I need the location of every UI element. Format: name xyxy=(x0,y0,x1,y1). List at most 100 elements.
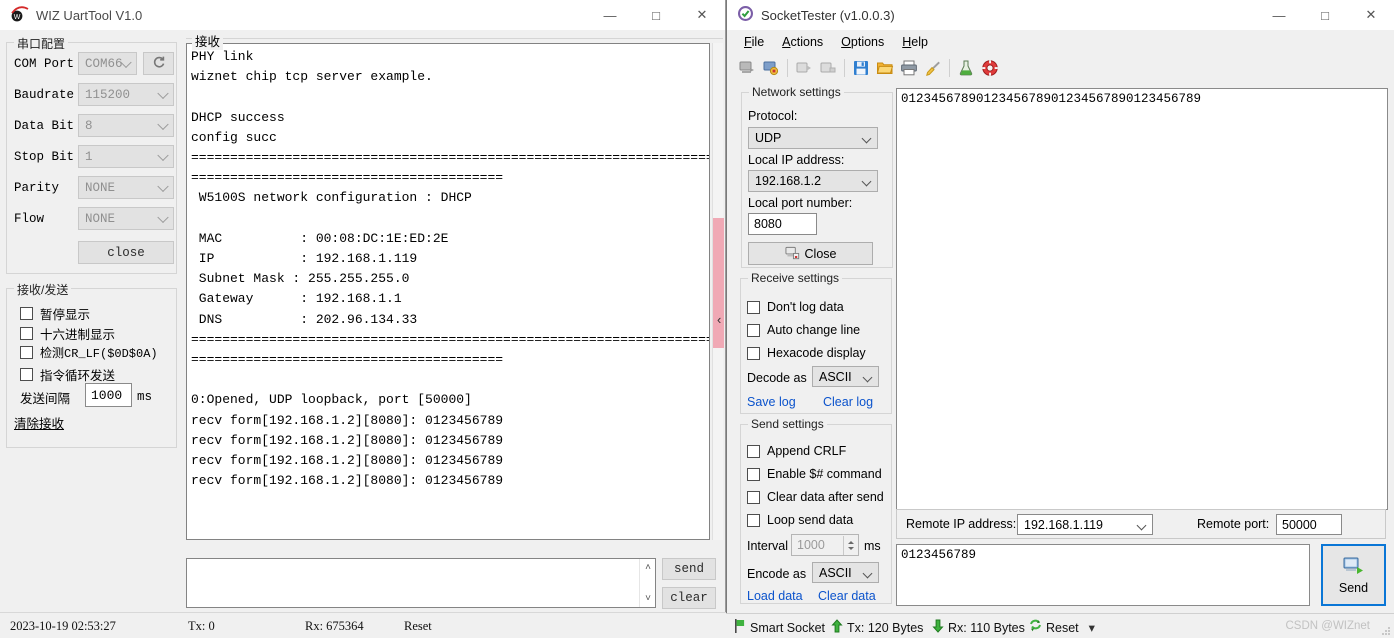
socket-minimize-button[interactable]: — xyxy=(1256,0,1302,30)
uart-status-bar: 2023-10-19 02:53:27 Tx: 0 Rx: 675364 Res… xyxy=(0,612,726,638)
menu-help[interactable]: Help xyxy=(893,33,937,51)
menu-actions[interactable]: Actions xyxy=(773,33,832,51)
csdn-watermark: CSDN @WIZnet xyxy=(1285,620,1370,632)
send-button-label: Send xyxy=(1338,580,1369,595)
socket-maximize-button[interactable]: □ xyxy=(1302,0,1348,30)
checkbox-enable-dollar-hash[interactable]: Enable $# command xyxy=(747,467,882,481)
uart-send-input[interactable]: ˄ ˅ xyxy=(186,558,656,608)
clear-log-link[interactable]: Clear log xyxy=(823,395,873,409)
menu-options[interactable]: Options xyxy=(832,33,893,51)
flask-icon[interactable] xyxy=(954,57,978,79)
checkbox-box xyxy=(20,346,33,359)
checkbox-auto-change-line[interactable]: Auto change line xyxy=(747,323,860,337)
resize-grip[interactable] xyxy=(1381,625,1391,635)
baudrate-select[interactable]: 115200 xyxy=(78,83,174,106)
chevron-down-icon[interactable]: ▾ xyxy=(1089,620,1095,635)
svg-text:W: W xyxy=(14,14,21,21)
socket-log-text: 0123456789012345678901234567890123456789 xyxy=(901,92,1202,106)
menu-file[interactable]: FFileile xyxy=(735,33,773,51)
send-icon xyxy=(1343,556,1365,579)
chevron-left-icon[interactable]: ‹ xyxy=(717,312,721,327)
uart-minimize-button[interactable]: — xyxy=(587,0,633,30)
remote-ip-value: 192.168.1.119 xyxy=(1024,517,1104,532)
decode-as-value: ASCII xyxy=(819,369,852,384)
socket-send-input[interactable]: 0123456789 xyxy=(896,544,1310,606)
remote-ip-label: Remote IP address: xyxy=(906,517,1017,531)
com-port-select[interactable]: COM66 xyxy=(78,52,137,75)
local-ip-value: 192.168.1.2 xyxy=(755,174,822,188)
status-timestamp: 2023-10-19 02:53:27 xyxy=(10,619,116,633)
checkbox-hexacode-display[interactable]: Hexacode display xyxy=(747,346,866,360)
uart-close-button[interactable]: ✕ xyxy=(679,0,725,30)
connect-icon[interactable] xyxy=(735,57,759,79)
socket-close-button[interactable]: ✕ xyxy=(1348,0,1394,30)
receive-scrollbar[interactable] xyxy=(712,43,724,540)
stop-icon xyxy=(816,57,840,79)
checkbox-hex-display[interactable]: 十六进制显示 xyxy=(20,324,115,343)
checkbox-dont-log-data[interactable]: Don't log data xyxy=(747,300,844,314)
encode-as-select[interactable]: ASCII xyxy=(812,562,879,583)
socket-rx-label: Rx: 110 Bytes xyxy=(948,620,1025,635)
close-button-label: Close xyxy=(804,246,837,261)
receive-log-panel[interactable]: PHY link wiznet chip tcp server example.… xyxy=(186,43,710,540)
lifebuoy-icon[interactable] xyxy=(978,57,1002,79)
protocol-select[interactable]: UDP xyxy=(748,127,878,149)
save-icon[interactable] xyxy=(849,57,873,79)
clear-data-link[interactable]: Clear data xyxy=(818,589,876,603)
save-log-link[interactable]: Save log xyxy=(747,395,796,409)
checkbox-label: Hexacode display xyxy=(767,346,866,360)
spinner-arrows[interactable] xyxy=(843,536,857,555)
stop-bit-select[interactable]: 1 xyxy=(78,145,174,168)
toolbar-separator xyxy=(844,59,845,77)
clear-broom-icon[interactable] xyxy=(921,57,945,79)
disconnect-icon[interactable] xyxy=(759,57,783,79)
com-port-value: COM66 xyxy=(85,56,123,71)
socket-close-connection-button[interactable]: Close xyxy=(748,242,873,265)
chevron-down-icon xyxy=(1136,520,1147,531)
open-folder-icon[interactable] xyxy=(873,57,897,79)
uart-send-input-scrollbar[interactable]: ˄ ˅ xyxy=(639,559,655,607)
local-ip-label: Local IP address: xyxy=(748,153,845,167)
checkbox-label: 暂停显示 xyxy=(40,308,91,322)
uart-send-button[interactable]: send xyxy=(662,558,716,580)
load-data-link[interactable]: Load data xyxy=(747,589,803,603)
uart-clear-button[interactable]: clear xyxy=(662,587,716,609)
send-interval-unit: ms xyxy=(137,390,153,404)
send-interval-label: Interval xyxy=(747,539,788,553)
flow-select[interactable]: NONE xyxy=(78,207,174,230)
socket-reset-label: Reset xyxy=(1046,620,1079,635)
data-bit-label: Data Bit xyxy=(14,119,75,133)
scroll-down-icon[interactable]: ˅ xyxy=(640,593,656,604)
checkbox-clear-data-after-send[interactable]: Clear data after send xyxy=(747,490,884,504)
refresh-icon xyxy=(152,55,166,73)
local-ip-select[interactable]: 192.168.1.2 xyxy=(748,170,878,192)
send-interval-input[interactable]: 1000 xyxy=(85,383,132,407)
remote-port-input[interactable]: 50000 xyxy=(1276,514,1342,535)
uart-maximize-button[interactable]: □ xyxy=(633,0,679,30)
scroll-up-icon[interactable]: ˄ xyxy=(640,562,656,573)
parity-select[interactable]: NONE xyxy=(78,176,174,199)
remote-ip-select[interactable]: 192.168.1.119 xyxy=(1017,514,1153,535)
socket-reset-status[interactable]: Reset ▾ xyxy=(1029,619,1095,636)
checkbox-loop-send-data[interactable]: Loop send data xyxy=(747,513,853,527)
remote-settings-bar: Remote IP address: 192.168.1.119 Remote … xyxy=(896,509,1386,539)
checkbox-label: 指令循环发送 xyxy=(40,369,116,383)
shield-check-icon xyxy=(737,5,754,25)
receive-scrollbar-thumb[interactable] xyxy=(713,218,724,348)
local-port-input[interactable]: 8080 xyxy=(748,213,817,235)
socket-log-panel[interactable]: 0123456789012345678901234567890123456789 xyxy=(896,88,1388,510)
clear-receive-link[interactable]: 清除接收 xyxy=(14,413,64,432)
send-interval-spinner[interactable]: 1000 xyxy=(791,534,859,556)
decode-as-select[interactable]: ASCII xyxy=(812,366,879,387)
checkbox-detect-crlf[interactable]: 检测CR_LF($0D$0A) xyxy=(20,344,158,361)
checkbox-loop-send[interactable]: 指令循环发送 xyxy=(20,365,115,384)
checkbox-append-crlf[interactable]: Append CRLF xyxy=(747,444,846,458)
data-bit-select[interactable]: 8 xyxy=(78,114,174,137)
refresh-ports-button[interactable] xyxy=(143,52,174,75)
print-icon[interactable] xyxy=(897,57,921,79)
checkbox-box xyxy=(747,490,760,504)
status-reset[interactable]: Reset xyxy=(404,619,432,634)
serial-close-button[interactable]: close xyxy=(78,241,174,264)
socket-send-button[interactable]: Send xyxy=(1321,544,1386,606)
checkbox-pause-display[interactable]: 暂停显示 xyxy=(20,304,90,323)
